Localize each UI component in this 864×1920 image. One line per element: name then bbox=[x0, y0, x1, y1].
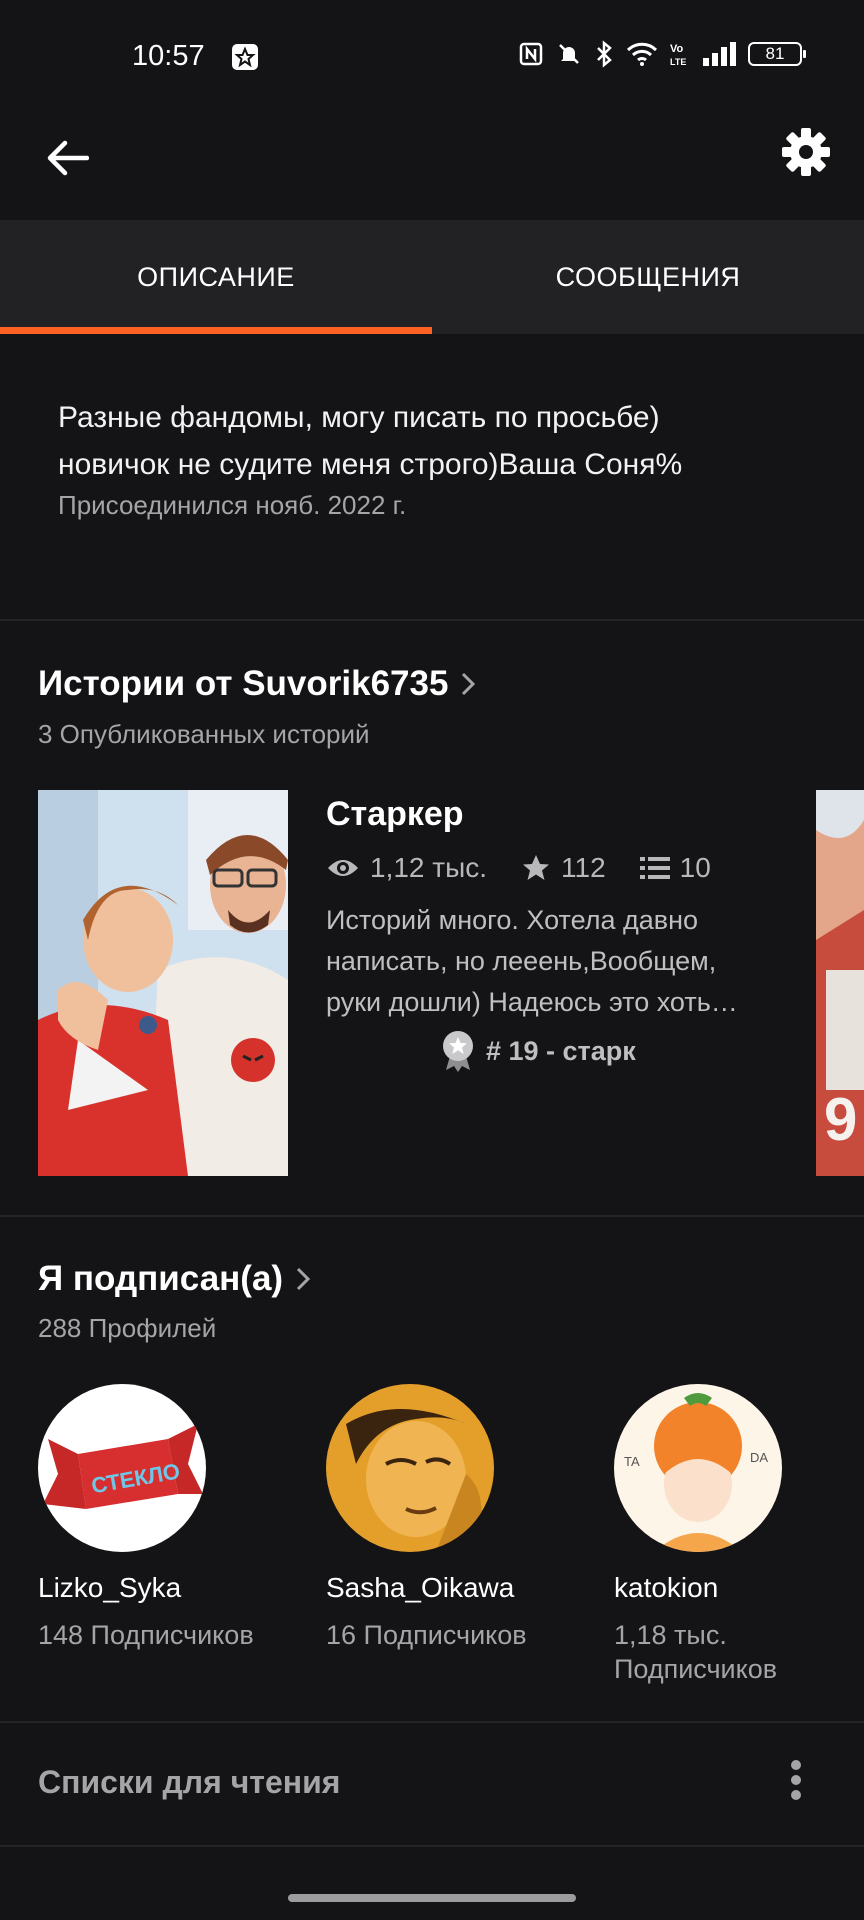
signal-icon bbox=[703, 42, 736, 66]
profile-name: Sasha_Oikawa bbox=[326, 1572, 515, 1603]
back-button[interactable] bbox=[38, 128, 98, 188]
profile-name: katokion bbox=[614, 1572, 719, 1603]
profile-name: Lizko_Syka bbox=[38, 1572, 182, 1603]
app-bar bbox=[0, 110, 864, 220]
followers-line: Подписчиков bbox=[614, 1654, 778, 1684]
profile-card[interactable]: СТЕКЛО Lizko_Syka 148 Подписчиков bbox=[38, 1384, 278, 1652]
status-icons: Vo LTE 81 bbox=[518, 40, 806, 68]
avatar-text-right: DA bbox=[750, 1450, 768, 1465]
story-cover[interactable] bbox=[38, 790, 288, 1176]
home-indicator[interactable] bbox=[288, 1894, 576, 1902]
story-description-line: Историй много. Хотела давно bbox=[326, 905, 699, 935]
divider bbox=[0, 1845, 864, 1847]
avatar[interactable] bbox=[326, 1384, 494, 1552]
divider bbox=[0, 1215, 864, 1217]
stories-title: Истории от Suvorik6735 bbox=[38, 664, 449, 703]
parts-stat: 10 bbox=[639, 852, 711, 884]
views-stat: 1,12 тыс. bbox=[326, 852, 487, 884]
wifi-icon bbox=[626, 42, 658, 66]
story-description: Историй много. Хотела давно написать, но… bbox=[326, 900, 776, 1023]
more-options-button[interactable] bbox=[780, 1756, 812, 1804]
following-title: Я подписан(а) bbox=[38, 1259, 284, 1298]
rank-label: # 19 - старк bbox=[486, 1035, 636, 1066]
story-description-line: руки дошли) Надеюсь это хоть… bbox=[326, 987, 738, 1017]
nfc-icon bbox=[519, 42, 543, 66]
joined-date: Присоединился нояб. 2022 г. bbox=[58, 490, 407, 520]
award-icon bbox=[443, 1031, 473, 1072]
arrow-left-icon bbox=[47, 140, 89, 176]
more-vertical-icon bbox=[791, 1760, 801, 1800]
settings-button[interactable] bbox=[776, 122, 836, 182]
tab-bar: ОПИСАНИЕ СООБЩЕНИЯ bbox=[0, 220, 864, 334]
parts-count: 10 bbox=[679, 852, 711, 883]
divider bbox=[0, 1721, 864, 1723]
volte-icon: Vo LTE bbox=[670, 43, 686, 67]
avatar[interactable]: СТЕКЛО bbox=[38, 1384, 206, 1552]
chevron-right-icon bbox=[297, 1267, 311, 1291]
svg-text:Vo: Vo bbox=[670, 43, 684, 55]
avatar[interactable]: TA DA bbox=[614, 1384, 782, 1552]
tab-description[interactable]: ОПИСАНИЕ bbox=[0, 220, 432, 334]
svg-text:LTE: LTE bbox=[670, 57, 686, 67]
tab-messages[interactable]: СООБЩЕНИЯ bbox=[432, 220, 864, 334]
story-title[interactable]: Старкер bbox=[326, 795, 464, 834]
battery-icon: 81 bbox=[748, 42, 806, 66]
description-line: новичок не судите меня строго)Ваша Соня% bbox=[58, 448, 683, 481]
svg-text:9: 9 bbox=[824, 1086, 857, 1153]
divider bbox=[0, 619, 864, 621]
following-count: 288 Профилей bbox=[38, 1313, 217, 1343]
chevron-right-icon bbox=[462, 672, 476, 696]
views-count: 1,12 тыс. bbox=[370, 852, 488, 883]
profile-followers: 148 Подписчиков bbox=[38, 1620, 254, 1650]
gear-icon bbox=[782, 128, 830, 176]
votes-count: 112 bbox=[561, 852, 606, 883]
bluetooth-icon bbox=[597, 40, 612, 68]
following-section-header[interactable]: Я подписан(а) bbox=[38, 1259, 311, 1299]
story-description-line: написать, но лееень,Вообщем, bbox=[326, 946, 717, 976]
avatar-text-left: TA bbox=[624, 1454, 640, 1469]
description-line: Разные фандомы, могу писать по просьбе) bbox=[58, 401, 660, 434]
stories-count: 3 Опубликованных историй bbox=[38, 719, 370, 749]
notification-app-icon bbox=[232, 44, 258, 70]
reading-lists-title[interactable]: Списки для чтения bbox=[38, 1764, 340, 1801]
story-stats: 1,12 тыс. 112 10 bbox=[326, 852, 745, 884]
rank-tag[interactable]: # 19 - старк bbox=[440, 1030, 636, 1072]
eye-icon bbox=[328, 860, 358, 876]
profile-followers: 16 Подписчиков bbox=[326, 1620, 527, 1650]
profile-followers: 1,18 тыс. Подписчиков bbox=[614, 1618, 854, 1686]
stories-section-header[interactable]: Истории от Suvorik6735 bbox=[38, 664, 476, 704]
profile-card[interactable]: TA DA katokion 1,18 тыс. Подписчиков bbox=[614, 1384, 854, 1686]
next-story-cover[interactable]: 9 bbox=[816, 790, 864, 1176]
votes-stat: 112 bbox=[521, 852, 606, 884]
status-time: 10:57 bbox=[132, 40, 205, 72]
profile-description: Разные фандомы, могу писать по просьбе) … bbox=[58, 394, 818, 488]
mute-icon bbox=[559, 44, 579, 64]
followers-line: 1,18 тыс. bbox=[614, 1620, 727, 1650]
star-icon bbox=[523, 855, 550, 880]
profile-card[interactable]: Sasha_Oikawa 16 Подписчиков bbox=[326, 1384, 566, 1652]
list-icon bbox=[639, 857, 670, 879]
